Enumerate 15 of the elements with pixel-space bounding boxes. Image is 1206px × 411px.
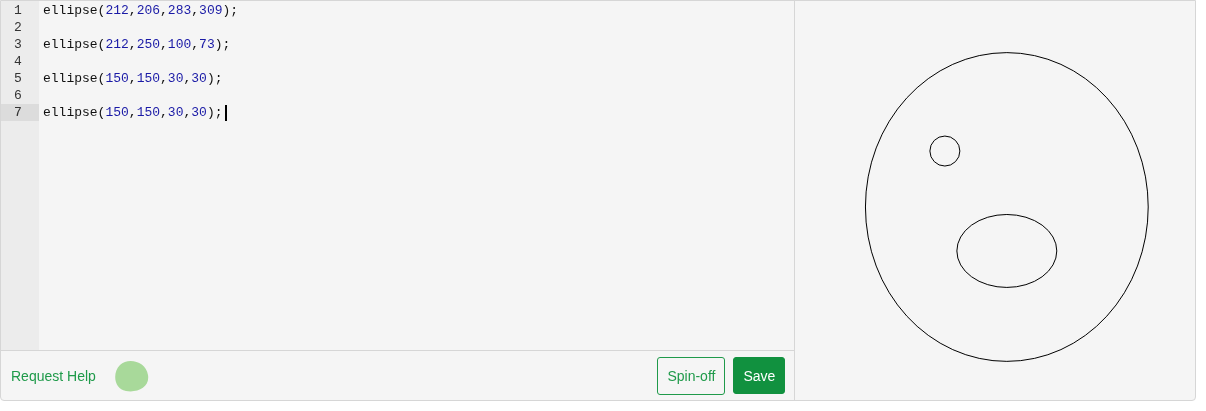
- line-number: 1: [13, 2, 23, 19]
- line-number: 4: [13, 53, 23, 70]
- line-number: 5: [13, 70, 23, 87]
- code-line: ellipse(212,206,283,309);: [43, 2, 239, 19]
- code-line: ellipse(150,150,30,30);: [43, 70, 223, 87]
- line-number: 3: [13, 36, 23, 53]
- text-cursor: [224, 104, 227, 121]
- code-line: ellipse(150,150,30,30);: [43, 104, 223, 121]
- line-number: 6: [13, 87, 23, 104]
- code-line: ellipse(212,250,100,73);: [43, 36, 231, 53]
- line-number: 2: [13, 19, 23, 36]
- spin-off-button[interactable]: Spin-off: [657, 356, 726, 395]
- request-help-link[interactable]: Request Help: [11, 367, 96, 384]
- line-number: 7: [1, 104, 39, 121]
- save-button[interactable]: Save: [733, 357, 786, 394]
